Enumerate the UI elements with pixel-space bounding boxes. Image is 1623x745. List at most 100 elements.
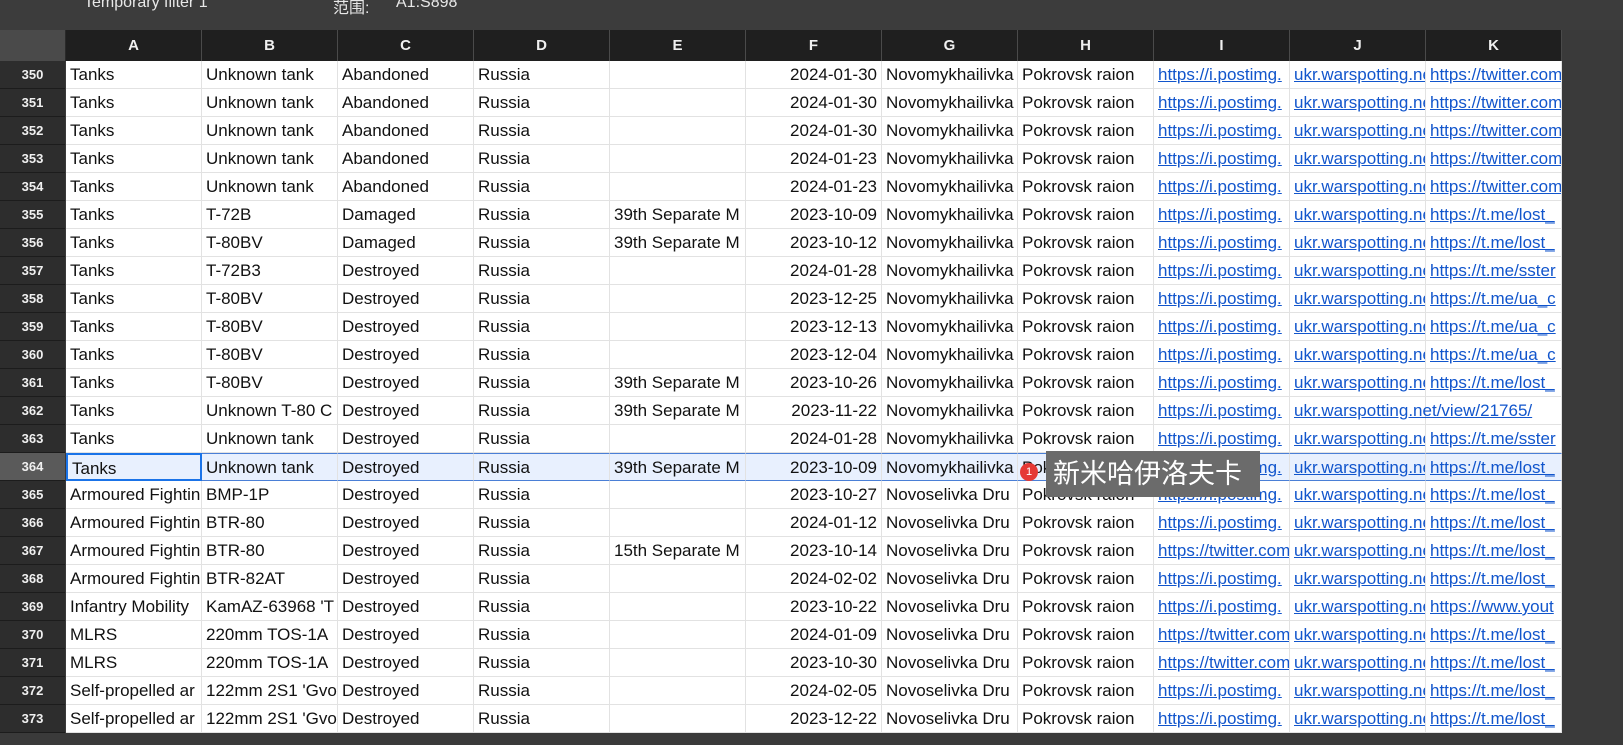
cell-e[interactable]: [610, 677, 746, 705]
row-number[interactable]: 363: [0, 425, 65, 453]
select-all-corner[interactable]: [0, 30, 67, 61]
cell-d[interactable]: Russia: [474, 369, 610, 397]
cell-j[interactable]: ukr.warspotting.net/view/21765/: [1290, 397, 1532, 425]
cell-b[interactable]: Unknown tank: [202, 117, 338, 145]
cell-h[interactable]: Pokrovsk raion: [1018, 89, 1154, 117]
cell-j[interactable]: ukr.warspotting.net: [1290, 677, 1426, 705]
cell-j[interactable]: ukr.warspotting.net: [1290, 453, 1426, 481]
cell-c[interactable]: Destroyed: [338, 677, 474, 705]
cell-h[interactable]: Pokrovsk raion: [1018, 509, 1154, 537]
row-number[interactable]: 352: [0, 117, 65, 145]
cell-e[interactable]: 39th Separate M: [610, 229, 746, 257]
cell-c[interactable]: Destroyed: [338, 453, 474, 481]
column-header-f[interactable]: F: [746, 30, 882, 61]
cell-e[interactable]: [610, 145, 746, 173]
cell-g[interactable]: Novoselivka Dru: [882, 649, 1018, 677]
cell-i[interactable]: https://i.postimg.: [1154, 257, 1290, 285]
cell-f[interactable]: 2024-01-09: [746, 621, 882, 649]
cell-g[interactable]: Novomykhailivka: [882, 341, 1018, 369]
cell-j[interactable]: ukr.warspotting.net: [1290, 117, 1426, 145]
row-number[interactable]: 353: [0, 145, 65, 173]
cell-g[interactable]: Novomykhailivka: [882, 257, 1018, 285]
cell-a[interactable]: Tanks: [66, 89, 202, 117]
cell-e[interactable]: [610, 509, 746, 537]
column-header-i[interactable]: I: [1154, 30, 1290, 61]
cell-d[interactable]: Russia: [474, 481, 610, 509]
cell-a[interactable]: Tanks: [66, 201, 202, 229]
cell-a[interactable]: Armoured Fightin: [66, 537, 202, 565]
cell-i[interactable]: https://i.postimg.: [1154, 705, 1290, 733]
cell-k[interactable]: https://t.me/lost_: [1426, 565, 1562, 593]
cell-f[interactable]: 2024-01-12: [746, 509, 882, 537]
cell-j[interactable]: ukr.warspotting.net: [1290, 61, 1426, 89]
cell-k[interactable]: https://twitter.com: [1426, 117, 1562, 145]
cell-c[interactable]: Destroyed: [338, 705, 474, 733]
cell-b[interactable]: T-80BV: [202, 285, 338, 313]
cell-i[interactable]: https://twitter.com: [1154, 537, 1290, 565]
cell-g[interactable]: Novoselivka Dru: [882, 705, 1018, 733]
cell-f[interactable]: 2023-12-22: [746, 705, 882, 733]
cell-f[interactable]: 2024-01-30: [746, 61, 882, 89]
cell-h[interactable]: Pokrovsk raion: [1018, 145, 1154, 173]
cell-b[interactable]: T-72B3: [202, 257, 338, 285]
cell-c[interactable]: Destroyed: [338, 397, 474, 425]
column-header-h[interactable]: H: [1018, 30, 1154, 61]
cell-a[interactable]: Tanks: [66, 369, 202, 397]
cell-f[interactable]: 2024-02-02: [746, 565, 882, 593]
cell-k[interactable]: https://www.yout: [1426, 593, 1562, 621]
cell-a[interactable]: Tanks: [66, 117, 202, 145]
cell-a[interactable]: Tanks: [66, 173, 202, 201]
cell-a[interactable]: MLRS: [66, 621, 202, 649]
cell-f[interactable]: 2024-01-30: [746, 117, 882, 145]
cell-j[interactable]: ukr.warspotting.net: [1290, 425, 1426, 453]
cell-j[interactable]: ukr.warspotting.net: [1290, 481, 1426, 509]
cell-b[interactable]: BMP-1P: [202, 481, 338, 509]
cell-d[interactable]: Russia: [474, 593, 610, 621]
cell-c[interactable]: Destroyed: [338, 425, 474, 453]
cell-j[interactable]: ukr.warspotting.net: [1290, 369, 1426, 397]
cell-b[interactable]: 220mm TOS-1A: [202, 621, 338, 649]
cell-i[interactable]: https://i.postimg.: [1154, 341, 1290, 369]
row-number[interactable]: 360: [0, 341, 65, 369]
cell-g[interactable]: Novomykhailivka: [882, 145, 1018, 173]
cell-j[interactable]: ukr.warspotting.net: [1290, 509, 1426, 537]
cell-i[interactable]: https://twitter.com: [1154, 649, 1290, 677]
cell-h[interactable]: Pokrovsk raion: [1018, 397, 1154, 425]
cell-j[interactable]: ukr.warspotting.net: [1290, 89, 1426, 117]
cell-k[interactable]: https://t.me/lost_: [1426, 481, 1562, 509]
cell-d[interactable]: Russia: [474, 397, 610, 425]
cell-e[interactable]: [610, 565, 746, 593]
cell-e[interactable]: 39th Separate M: [610, 453, 746, 481]
cell-b[interactable]: 220mm TOS-1A: [202, 649, 338, 677]
cell-d[interactable]: Russia: [474, 173, 610, 201]
cell-k[interactable]: https://t.me/lost_: [1426, 229, 1562, 257]
cell-f[interactable]: 2023-10-30: [746, 649, 882, 677]
column-header-c[interactable]: C: [338, 30, 474, 61]
cell-j[interactable]: ukr.warspotting.net: [1290, 537, 1426, 565]
cell-c[interactable]: Damaged: [338, 201, 474, 229]
cell-h[interactable]: Pokrovsk raion: [1018, 229, 1154, 257]
cell-i[interactable]: https://i.postimg.: [1154, 509, 1290, 537]
cell-i[interactable]: https://i.postimg.: [1154, 285, 1290, 313]
cell-b[interactable]: Unknown tank: [202, 145, 338, 173]
cell-a[interactable]: Tanks: [66, 453, 202, 481]
cell-c[interactable]: Destroyed: [338, 621, 474, 649]
cell-h[interactable]: Pokrovsk raion: [1018, 537, 1154, 565]
cell-k[interactable]: https://t.me/ua_c: [1426, 313, 1562, 341]
cell-e[interactable]: 39th Separate M: [610, 201, 746, 229]
cell-i[interactable]: https://i.postimg.: [1154, 145, 1290, 173]
cell-a[interactable]: Tanks: [66, 61, 202, 89]
cell-c[interactable]: Damaged: [338, 229, 474, 257]
cell-h[interactable]: Pokrovsk raion: [1018, 341, 1154, 369]
cell-k[interactable]: https://t.me/lost_: [1426, 677, 1562, 705]
cell-e[interactable]: 39th Separate M: [610, 369, 746, 397]
cell-g[interactable]: Novomykhailivka: [882, 229, 1018, 257]
cell-d[interactable]: Russia: [474, 285, 610, 313]
cell-e[interactable]: 39th Separate M: [610, 397, 746, 425]
cell-g[interactable]: Novomykhailivka: [882, 117, 1018, 145]
cell-j[interactable]: ukr.warspotting.net: [1290, 145, 1426, 173]
cell-b[interactable]: BTR-80: [202, 509, 338, 537]
cell-c[interactable]: Destroyed: [338, 341, 474, 369]
row-number[interactable]: 357: [0, 257, 65, 285]
cell-h[interactable]: Pokrovsk raion: [1018, 425, 1154, 453]
